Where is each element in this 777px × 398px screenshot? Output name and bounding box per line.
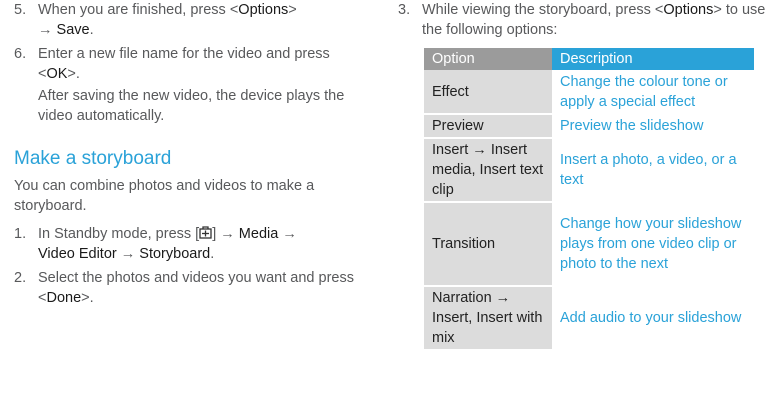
table-row: Insert → Insert media, Insert text clip … [424, 138, 754, 203]
period: . [210, 246, 215, 262]
step-6: 6. Enter a new file name for the video a… [14, 44, 359, 126]
options-table: Option Description Effect Change the col… [424, 48, 754, 351]
ok-key: OK [46, 66, 68, 82]
right-column: 3. While viewing the storyboard, press <… [398, 0, 770, 351]
step-number: 5. [14, 2, 27, 18]
step-text: When you are finished, press < [38, 2, 239, 18]
step-text-end: >. [81, 290, 94, 306]
option-cell: Transition [424, 202, 552, 287]
arrow: → [38, 22, 57, 38]
menu-key-icon [199, 226, 212, 239]
description-cell: Change how your slideshow plays from one… [552, 202, 754, 287]
step-number: 3. [398, 2, 411, 18]
arrow: → [116, 246, 140, 262]
step-1: 1. In Standby mode, press [ ] → Media → V… [14, 224, 359, 264]
option-cell: Effect [424, 70, 552, 115]
storyboard-menu: Storyboard [139, 246, 211, 262]
video-editor-menu: Video Editor [38, 246, 117, 262]
table-row: Effect Change the colour tone or apply a… [424, 70, 754, 115]
description-cell: Change the colour tone or apply a specia… [552, 70, 754, 115]
step-text: While viewing the storyboard, press < [422, 2, 664, 18]
table-row: Preview Preview the slideshow [424, 114, 754, 139]
description-cell: Preview the slideshow [552, 114, 754, 139]
media-menu: Media [238, 226, 279, 242]
section-heading: Make a storyboard [14, 148, 172, 169]
step-number: 1. [14, 226, 27, 242]
table-row: Transition Change how your slideshow pla… [424, 202, 754, 287]
header-option: Option [424, 48, 552, 70]
header-description: Description [552, 48, 754, 70]
save-action: Save [56, 22, 90, 38]
step-text-end: > [288, 2, 297, 18]
description-cell: Add audio to your slideshow [552, 286, 754, 351]
table-row: Narration → Insert, Insert with mix Add … [424, 286, 754, 351]
option-cell: Preview [424, 114, 552, 139]
options-key: Options [238, 2, 289, 18]
section-intro: You can combine photos and videos to mak… [14, 178, 315, 214]
step-text: Enter a new file name for the video and … [38, 46, 330, 82]
period: . [89, 22, 94, 38]
option-cell: Narration → Insert, Insert with mix [424, 286, 552, 351]
step-text-end: >. [67, 66, 80, 82]
step-5: 5. When you are finished, press <Options… [14, 0, 359, 40]
arrow: ] → [212, 226, 239, 242]
options-key: Options [663, 2, 714, 18]
step-text: In Standby mode, press [ [38, 226, 200, 242]
arrow: → [278, 226, 297, 242]
left-column: 5. When you are finished, press <Options… [14, 0, 359, 308]
table-header-row: Option Description [424, 48, 754, 70]
option-cell: Insert → Insert media, Insert text clip [424, 138, 552, 203]
step-3: 3. While viewing the storyboard, press <… [398, 0, 770, 40]
done-key: Done [46, 290, 82, 306]
step-number: 6. [14, 46, 27, 62]
description-cell: Insert a photo, a video, or a text [552, 138, 754, 203]
step-note: After saving the new video, the device p… [38, 88, 345, 124]
step-2: 2. Select the photos and videos you want… [14, 268, 359, 308]
step-number: 2. [14, 270, 27, 286]
